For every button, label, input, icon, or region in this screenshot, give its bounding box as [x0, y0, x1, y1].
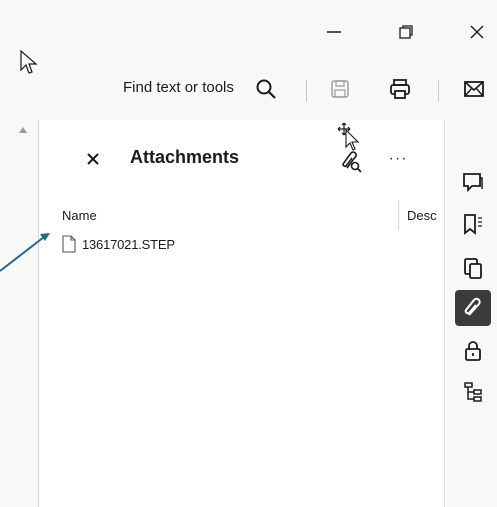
top-toolbar: [0, 62, 497, 118]
minimize-button[interactable]: [312, 14, 356, 50]
save-button[interactable]: [326, 75, 354, 103]
file-icon: [62, 235, 76, 253]
tree-icon: [464, 382, 482, 402]
structure-tree-button[interactable]: [455, 374, 491, 410]
minimize-icon: [327, 31, 341, 33]
left-scroll-strip[interactable]: [0, 120, 39, 507]
lock-icon: [465, 341, 481, 361]
attachments-panel: [39, 120, 444, 507]
print-button[interactable]: [386, 75, 414, 103]
toolbar-separator: [438, 80, 439, 102]
mail-button[interactable]: [460, 75, 488, 103]
mail-icon: [464, 81, 484, 97]
search-button[interactable]: [252, 75, 280, 103]
search-attachments-button[interactable]: [336, 146, 366, 176]
find-text-label[interactable]: Find text or tools: [123, 79, 234, 96]
print-icon: [390, 79, 410, 99]
panel-title: Attachments: [130, 147, 240, 167]
attachment-icon: [464, 297, 481, 316]
comment-button[interactable]: [455, 164, 491, 200]
paperclip-search-icon: [342, 151, 362, 173]
bookmark-button[interactable]: [455, 206, 491, 242]
restore-icon: [399, 25, 413, 39]
bookmark-icon: [464, 214, 482, 235]
close-icon: [470, 25, 484, 39]
security-button[interactable]: [455, 333, 491, 369]
pages-button[interactable]: [455, 250, 491, 286]
more-options-button[interactable]: ···: [384, 148, 412, 170]
column-divider[interactable]: [398, 200, 399, 230]
toolbar-separator: [306, 80, 307, 102]
pages-icon: [464, 258, 482, 279]
close-window-button[interactable]: [455, 14, 497, 50]
search-icon: [256, 79, 276, 99]
comment-icon: [463, 173, 483, 193]
attachments-button[interactable]: [455, 290, 491, 326]
close-icon: [87, 153, 99, 165]
save-icon: [331, 80, 349, 98]
column-header-name[interactable]: Name: [62, 208, 97, 223]
close-panel-button[interactable]: [82, 148, 104, 170]
attachment-row[interactable]: 13617021.STEP: [62, 232, 175, 256]
restore-button[interactable]: [384, 14, 428, 50]
attachment-file-name: 13617021.STEP: [82, 236, 175, 252]
scroll-up-icon[interactable]: [19, 127, 27, 133]
column-header-description[interactable]: Desc: [407, 208, 437, 223]
